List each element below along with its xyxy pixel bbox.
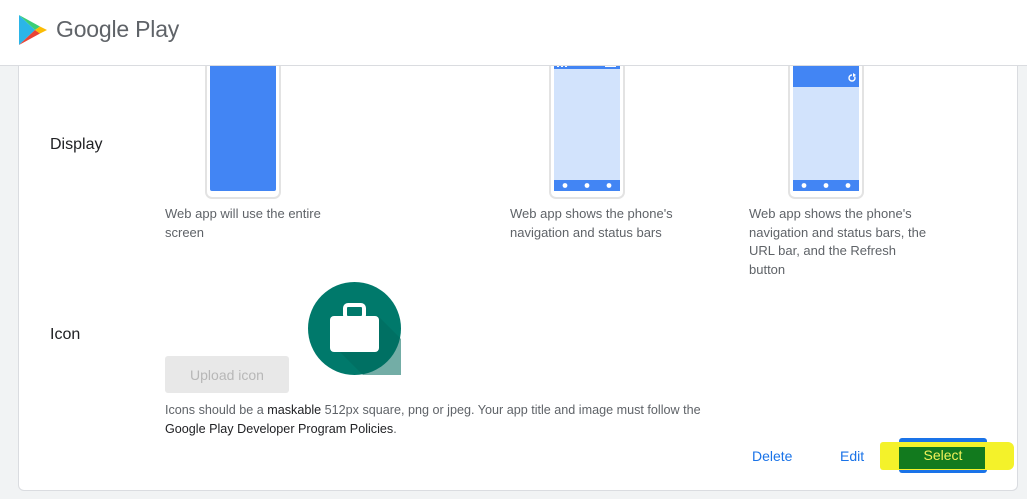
note-text: . [393,422,397,436]
display-label: Display [50,136,103,153]
standalone-phone-icon[interactable] [549,66,627,201]
fullscreen-caption: Web app will use the entire screen [165,206,321,240]
note-text: Icons should be a [165,403,268,417]
edit-button[interactable]: Edit [840,446,864,466]
select-button-label[interactable]: Select [899,438,987,473]
note-text: 512px square, png or jpeg. Your app titl… [321,403,701,417]
delete-button[interactable]: Delete [752,446,792,466]
app-icon-preview [308,282,401,375]
brand-name: Google Play [56,16,180,42]
top-bar: Google Play [0,0,1027,66]
icon-requirements-note: Icons should be a maskable 512px square,… [165,401,705,439]
maskable-term: maskable [267,403,322,417]
minimal-ui-phone-icon[interactable] [788,66,866,201]
icon-label: Icon [50,326,81,343]
google-play-logo-icon[interactable] [18,14,48,46]
web-app-settings-card: Display Web app will use the entire scre… [18,66,1018,491]
minimal-ui-caption: Web app shows the phone's navigation and… [749,206,927,277]
fullscreen-phone-icon[interactable] [205,66,283,201]
upload-icon-button[interactable]: Upload icon [165,356,289,393]
policy-link[interactable]: Google Play Developer Program Policies [165,422,393,436]
standalone-caption: Web app shows the phone's navigation and… [510,206,673,240]
briefcase-icon [330,303,401,375]
